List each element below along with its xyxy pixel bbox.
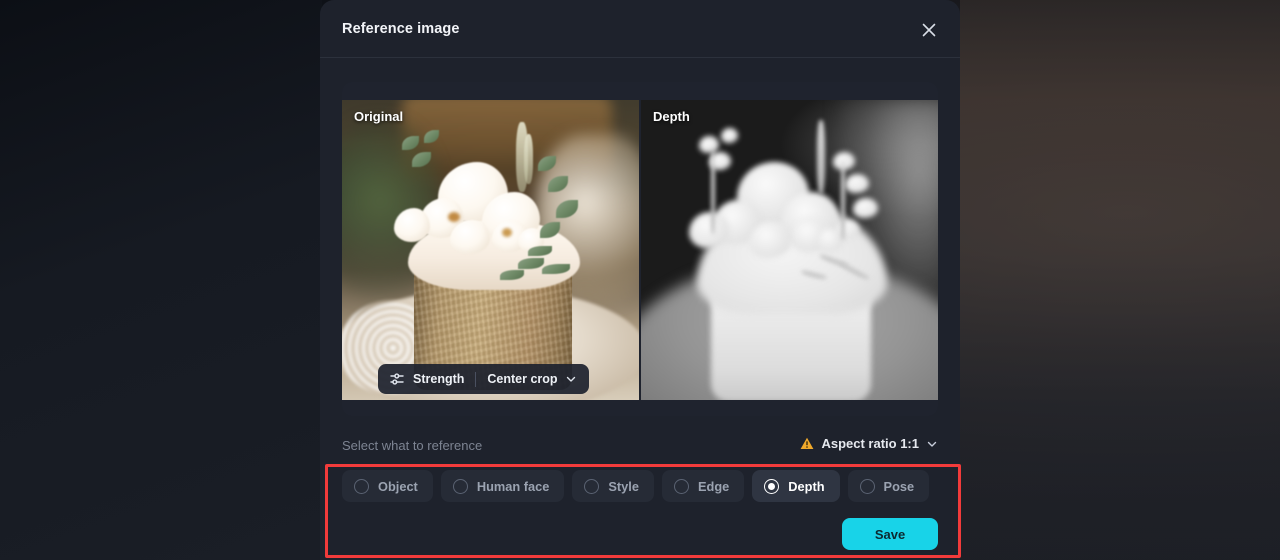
- backdrop-left-panel: [0, 0, 322, 560]
- option-pose[interactable]: Pose: [847, 470, 930, 502]
- option-label: Object: [378, 478, 418, 494]
- backdrop-right-panel: [960, 0, 1280, 560]
- original-image: Original: [342, 100, 639, 400]
- option-human-face[interactable]: Human face: [440, 470, 565, 502]
- sliders-icon: [390, 372, 404, 386]
- option-edge[interactable]: Edge: [661, 470, 745, 502]
- option-label: Pose: [883, 478, 915, 494]
- radio-icon: [584, 478, 600, 494]
- aspect-ratio-control[interactable]: Aspect ratio 1:1: [800, 436, 938, 451]
- depth-image-cell[interactable]: Depth: [641, 100, 938, 400]
- chevron-down-icon[interactable]: [565, 373, 577, 385]
- close-button[interactable]: [916, 17, 942, 43]
- depth-image: Depth: [641, 100, 938, 400]
- option-depth[interactable]: Depth: [752, 470, 840, 502]
- radio-icon: [354, 478, 369, 494]
- select-reference-prompt: Select what to reference: [342, 438, 483, 453]
- option-label: Edge: [697, 478, 730, 494]
- option-label: Depth: [788, 478, 825, 494]
- warning-triangle-icon: [800, 437, 814, 450]
- options-subheader: Select what to reference Aspect ratio 1:…: [342, 436, 938, 460]
- radio-icon-selected: [764, 478, 780, 494]
- radio-icon: [673, 478, 689, 494]
- media-row: Original Depth: [342, 100, 938, 400]
- option-label: Style: [608, 478, 639, 494]
- crop-mode-label: Center crop: [487, 372, 558, 386]
- aspect-ratio-label: Aspect ratio 1:1: [821, 436, 919, 451]
- depth-image-label: Depth: [653, 109, 690, 124]
- save-button-label: Save: [874, 526, 906, 542]
- strength-label: Strength: [413, 372, 465, 386]
- original-image-cell[interactable]: Original: [342, 100, 639, 400]
- strength-crop-toolbar[interactable]: Strength Center crop: [378, 364, 589, 394]
- dialog-title: Reference image: [342, 21, 460, 37]
- option-label: Human face: [476, 478, 550, 494]
- radio-icon: [452, 478, 468, 494]
- reference-type-options: Object Human face Style Edge Depth Pose: [342, 470, 930, 502]
- close-x-icon: [922, 23, 936, 37]
- toolbar-divider: [475, 371, 477, 387]
- dialog-header: Reference image: [320, 0, 960, 58]
- original-image-label: Original: [354, 109, 404, 124]
- media-preview-panel: Original Depth Strength Center crop: [342, 82, 938, 416]
- option-style[interactable]: Style: [572, 470, 654, 502]
- reference-image-dialog: Reference image Original Depth Strength …: [320, 0, 960, 560]
- radio-icon: [859, 478, 875, 494]
- save-button[interactable]: Save: [842, 518, 938, 550]
- chevron-down-icon[interactable]: [926, 438, 938, 450]
- option-object[interactable]: Object: [342, 470, 433, 502]
